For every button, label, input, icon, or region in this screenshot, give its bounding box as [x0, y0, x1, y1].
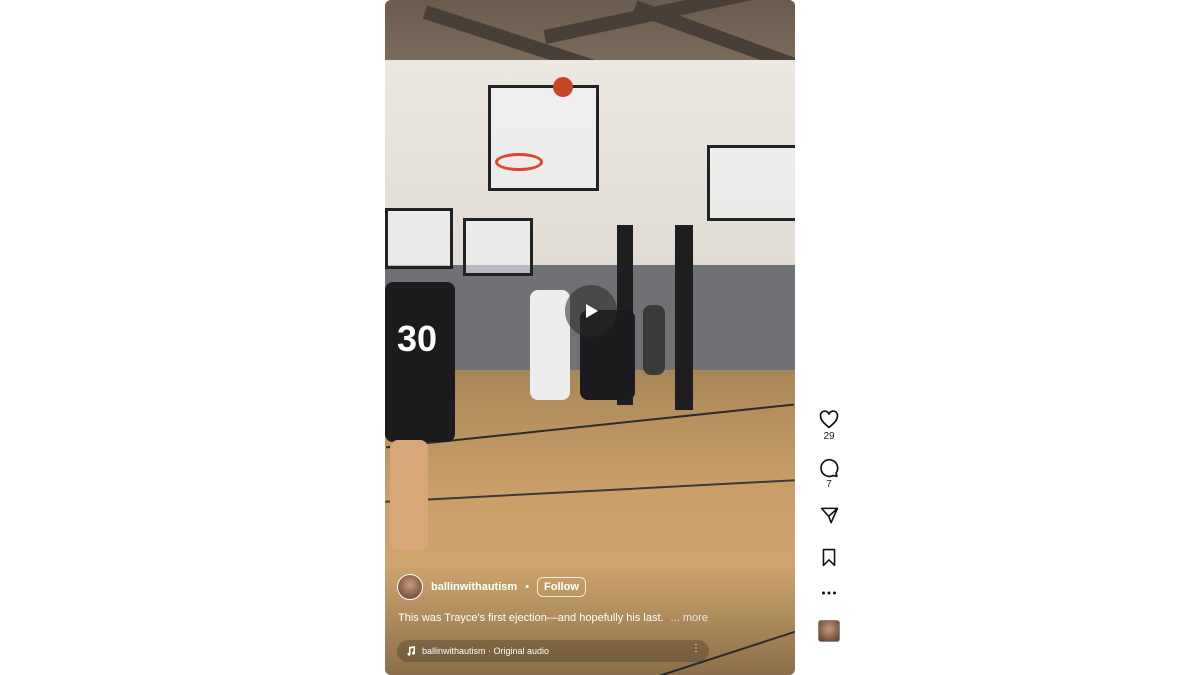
heart-icon — [819, 410, 839, 429]
action-rail: 29 7 — [814, 410, 844, 642]
like-count: 29 — [823, 431, 835, 442]
paper-plane-icon — [820, 507, 838, 524]
author-row: ballinwithautism • Follow — [397, 574, 586, 600]
author-avatar[interactable] — [397, 574, 423, 600]
main-rim — [495, 153, 543, 171]
jersey-number: 30 — [397, 318, 438, 359]
comment-button[interactable]: 7 — [819, 458, 839, 491]
caption-text: This was Trayce's first ejection—and hop… — [398, 612, 664, 624]
author-username[interactable]: ballinwithautism — [431, 581, 517, 593]
side-pole — [675, 225, 693, 410]
main-backboard — [488, 85, 599, 191]
play-button[interactable] — [565, 285, 617, 337]
audio-thumbnail — [818, 620, 840, 642]
player-foreground: 30 — [385, 282, 455, 442]
reel-video[interactable]: 30 ballinwithautism • Follow This was Tr… — [385, 0, 795, 675]
basketball — [553, 77, 573, 97]
audio-label: ballinwithautism · Original audio — [422, 646, 550, 656]
caption: This was Trayce's first ejection—and hop… — [398, 612, 708, 624]
audio-pill[interactable]: ballinwithautism · Original audio ⋮ — [397, 640, 709, 662]
like-button[interactable]: 29 — [819, 410, 839, 443]
referee — [643, 305, 665, 375]
far-backboard-right — [463, 218, 533, 276]
follow-button[interactable]: Follow — [537, 577, 586, 597]
side-backboard — [707, 145, 795, 221]
more-link[interactable]: ... more — [671, 612, 708, 624]
music-note-icon — [407, 646, 416, 656]
far-backboard-left — [385, 208, 453, 269]
share-button[interactable] — [820, 506, 839, 525]
play-icon — [586, 304, 598, 318]
player-defender — [530, 290, 570, 400]
audio-menu-icon[interactable]: ⋮ — [691, 643, 701, 654]
bookmark-icon — [822, 548, 836, 567]
audio-thumbnail-button[interactable] — [818, 620, 840, 642]
player-foreground-legs — [390, 440, 428, 550]
comment-count: 7 — [826, 479, 832, 490]
save-button[interactable] — [821, 548, 837, 567]
separator-dot: • — [525, 581, 530, 593]
more-options-button[interactable] — [821, 590, 837, 596]
comment-bubble-icon — [820, 458, 839, 478]
more-options-icon — [822, 591, 836, 595]
